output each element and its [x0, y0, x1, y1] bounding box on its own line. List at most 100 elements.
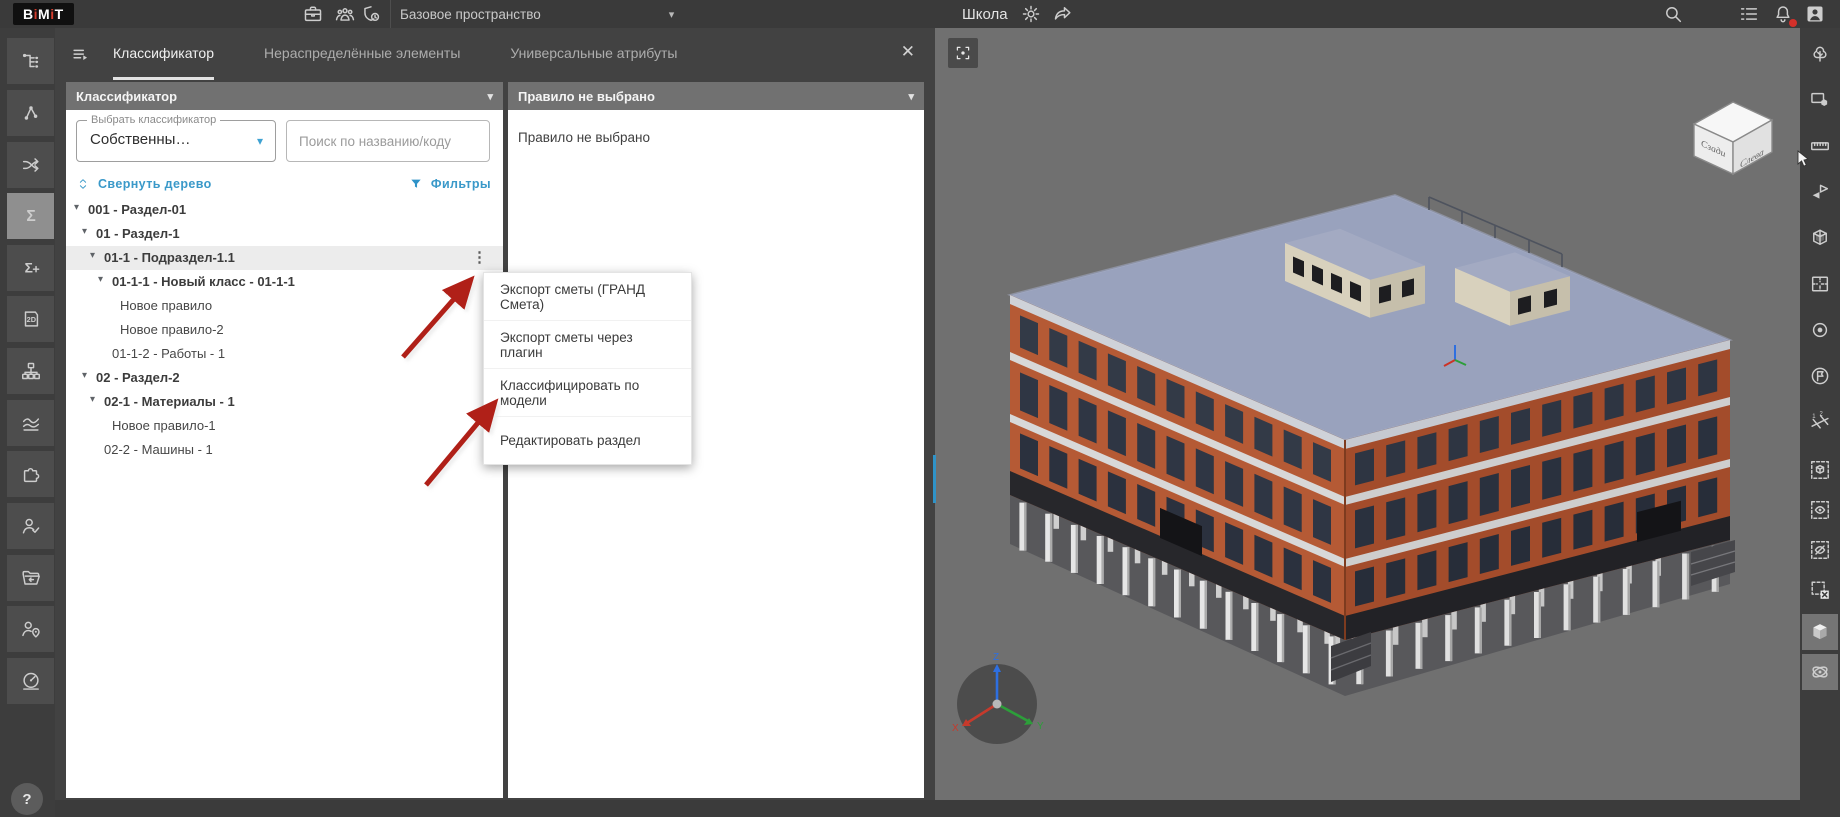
tree-expand-caret[interactable]: ▾: [98, 274, 103, 285]
help-button[interactable]: ?: [11, 783, 43, 815]
tool-section-box[interactable]: [1802, 220, 1838, 256]
panel-resize-handle[interactable]: [933, 455, 936, 503]
tree-row[interactable]: ▾01 - Раздел-1: [66, 222, 503, 246]
tree-row[interactable]: 01-1-2 - Работы - 1: [66, 342, 503, 366]
tool-org-chart[interactable]: [7, 348, 54, 394]
share-icon[interactable]: [1052, 3, 1074, 25]
tool-select-object[interactable]: [1802, 82, 1838, 118]
tree-node-label: Новое правило-2: [120, 322, 224, 337]
tree-row[interactable]: Новое правило-2: [66, 318, 503, 342]
sigma-icon: Σ: [20, 205, 42, 227]
tool-solid-cube[interactable]: [1802, 614, 1838, 650]
tool-sigma[interactable]: Σ: [7, 193, 54, 239]
frame-cube-icon: [1809, 459, 1831, 481]
classifier-select-value: Собственны…: [90, 131, 190, 148]
settings-gear-icon[interactable]: [1020, 3, 1042, 25]
tree-expand-caret[interactable]: ▾: [82, 370, 87, 381]
tool-model-structure[interactable]: [7, 38, 54, 84]
close-panel-button[interactable]: ✕: [901, 42, 915, 62]
account-avatar-icon[interactable]: [1804, 3, 1826, 25]
search-input[interactable]: [286, 120, 490, 162]
viewport-3d[interactable]: СзадиСлева ZXY: [935, 28, 1800, 800]
building-model: СзадиСлева ZXY: [935, 28, 1800, 805]
tree-expand-caret[interactable]: ▾: [82, 226, 87, 237]
tool-floorplan[interactable]: [1802, 266, 1838, 302]
topbar: BiMiT Базовое пространство ▾ Школа: [0, 0, 1840, 29]
tool-trend-lines[interactable]: [7, 400, 54, 446]
gauge-icon: [20, 670, 42, 692]
dimensions-icon: 12: [1809, 411, 1831, 433]
team-icon[interactable]: [334, 3, 356, 25]
tree-row[interactable]: ▾ 02 - Раздел-2: [66, 366, 503, 390]
context-menu-item[interactable]: Экспорт сметы через плагин: [484, 320, 691, 368]
tool-orbit[interactable]: [1802, 654, 1838, 690]
tree-row[interactable]: 02-2 - Машины - 1: [66, 438, 503, 462]
tree-row[interactable]: Новое правило: [66, 294, 503, 318]
context-menu-item[interactable]: Экспорт сметы (ГРАНД Смета): [484, 273, 691, 320]
tree-row[interactable]: ▾ 01-1 - Подраздел-1.1 ⋮: [66, 246, 503, 270]
tool-frame-clear[interactable]: [1802, 572, 1838, 608]
tool-environment-tree[interactable]: [1802, 36, 1838, 72]
workspace-select[interactable]: Базовое пространство ▾: [400, 0, 674, 28]
context-menu-item[interactable]: Классифицировать по модели: [484, 368, 691, 416]
environment-tree-icon: [1809, 43, 1831, 65]
view-cube[interactable]: СзадиСлева: [1694, 102, 1772, 174]
filters-button[interactable]: Фильтры: [409, 177, 491, 191]
sigma-plus-icon: Σ: [20, 257, 42, 279]
tree-expand-caret[interactable]: ▾: [90, 394, 95, 405]
kebab-menu-icon[interactable]: ⋮: [472, 248, 487, 266]
tree-node-label: 01-1 - Подраздел-1.1: [104, 250, 235, 265]
tool-folder-share[interactable]: [7, 555, 54, 601]
tool-sheet-2d[interactable]: 2D: [7, 296, 54, 342]
tree-node-label: 02-2 - Машины - 1: [104, 442, 213, 457]
tool-user-check[interactable]: [7, 503, 54, 549]
tab-0[interactable]: Классификатор: [113, 28, 214, 80]
context-menu-item[interactable]: Редактировать раздел: [484, 416, 691, 464]
tool-dimensions[interactable]: 12: [1802, 404, 1838, 440]
tree-row[interactable]: Новое правило-1: [66, 414, 503, 438]
tool-ruler[interactable]: [1802, 128, 1838, 164]
tool-gauge[interactable]: [7, 658, 54, 704]
shield-clock-icon[interactable]: [360, 3, 382, 25]
tool-frame-eye[interactable]: [1802, 492, 1838, 528]
tool-sigma-plus[interactable]: Σ: [7, 245, 54, 291]
app-logo[interactable]: BiMiT: [13, 3, 74, 25]
tree-row[interactable]: ▾02-1 - Материалы - 1: [66, 390, 503, 414]
solid-cube-icon: [1809, 621, 1831, 643]
projects-briefcase-icon[interactable]: [302, 3, 324, 25]
tab-2[interactable]: Универсальные атрибуты: [510, 28, 677, 80]
rule-panel-title: Правило не выбрано: [518, 89, 655, 104]
filters-label: Фильтры: [431, 177, 491, 191]
collapse-tree-button[interactable]: Свернуть дерево: [76, 176, 212, 192]
tab-1[interactable]: Нераспределённые элементы: [264, 28, 460, 80]
tool-flag[interactable]: [1802, 358, 1838, 394]
tree-expand-caret[interactable]: ▾: [74, 202, 79, 213]
tool-frame-eye-off[interactable]: [1802, 532, 1838, 568]
tree-row[interactable]: ▾01-1-1 - Новый класс - 01-1-1: [66, 270, 503, 294]
classifier-panel-header[interactable]: Классификатор ▾: [66, 82, 503, 110]
tool-plugin-puzzle[interactable]: [7, 451, 54, 497]
chevron-down-icon: ▾: [908, 90, 914, 103]
list-menu-icon[interactable]: [1738, 3, 1760, 25]
tree-expand-caret[interactable]: ▾: [90, 250, 95, 261]
tool-focus-point[interactable]: [1802, 312, 1838, 348]
ruler-icon: [1809, 135, 1831, 157]
tool-shuffle[interactable]: [7, 142, 54, 188]
rule-panel-header[interactable]: Правило не выбрано ▾: [508, 82, 924, 110]
classifier-select[interactable]: Выбрать классификатор Собственны… ▾: [76, 120, 276, 162]
sidebar-toggle-icon[interactable]: [69, 43, 93, 67]
classifier-select-label: Выбрать классификатор: [87, 114, 220, 126]
tree-node-label: 02 - Раздел-2: [96, 370, 180, 385]
classifier-tree: ▾001 - Раздел-01▾01 - Раздел-1▾01-1 - По…: [66, 198, 503, 462]
topbar-divider: [390, 0, 391, 28]
tool-frame-cube[interactable]: [1802, 452, 1838, 488]
search-icon[interactable]: [1662, 3, 1684, 25]
tree-row[interactable]: ▾001 - Раздел-01: [66, 198, 503, 222]
tool-geometry-path[interactable]: [7, 90, 54, 136]
tool-flip-flash[interactable]: [1802, 174, 1838, 210]
axis-gizmo[interactable]: ZXY: [952, 652, 1044, 744]
sheet-2d-icon: 2D: [20, 308, 42, 330]
focus-frame-icon[interactable]: [948, 38, 978, 68]
notifications-bell-icon[interactable]: [1772, 3, 1794, 25]
tool-user-location[interactable]: [7, 606, 54, 652]
